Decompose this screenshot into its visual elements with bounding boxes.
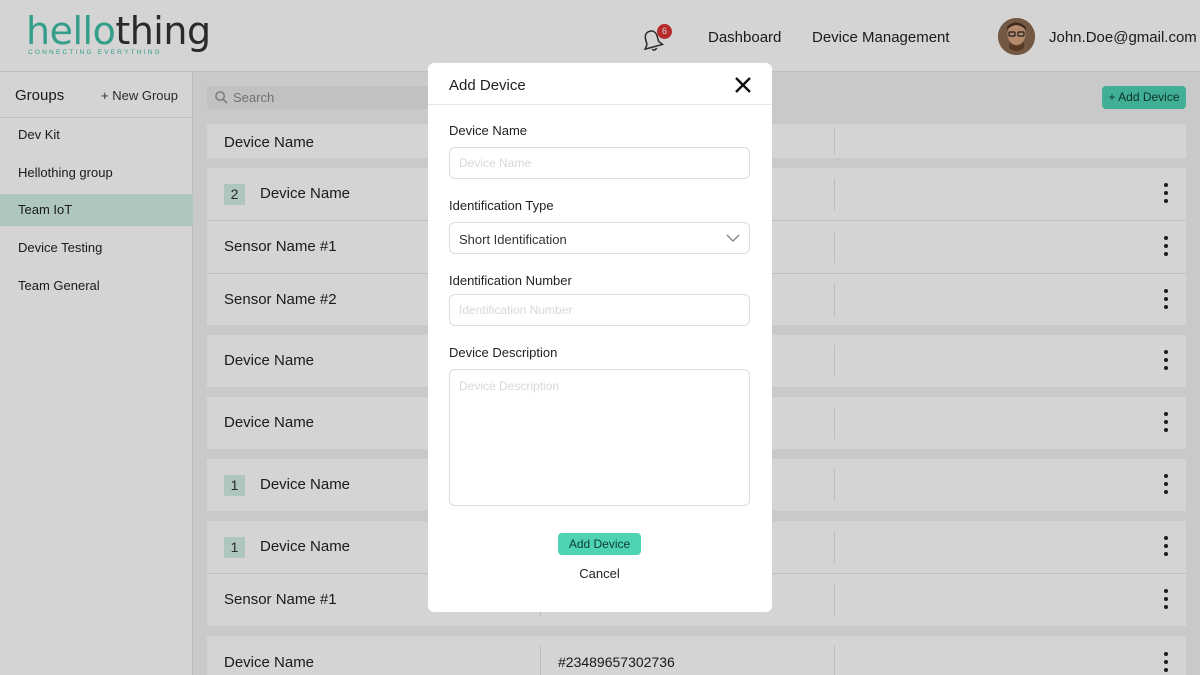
add-device-modal: Add Device Device Name Identification Ty… bbox=[428, 63, 772, 612]
identification-number-label: Identification Number bbox=[449, 273, 572, 288]
device-description-label: Device Description bbox=[449, 345, 558, 360]
identification-number-field[interactable] bbox=[449, 294, 750, 326]
cancel-button[interactable]: Cancel bbox=[568, 566, 631, 581]
modal-title: Add Device bbox=[449, 77, 526, 94]
device-name-field[interactable] bbox=[449, 147, 750, 179]
device-description-field[interactable] bbox=[449, 369, 750, 506]
identification-type-label: Identification Type bbox=[449, 198, 554, 213]
submit-add-device-button[interactable]: Add Device bbox=[558, 533, 641, 555]
identification-type-select[interactable]: Short Identification bbox=[449, 222, 750, 254]
close-icon[interactable] bbox=[734, 76, 752, 94]
identification-type-value: Short Identification bbox=[459, 232, 567, 247]
device-name-label: Device Name bbox=[449, 123, 528, 138]
modal-header: Add Device bbox=[428, 63, 772, 105]
chevron-down-icon bbox=[726, 234, 740, 242]
